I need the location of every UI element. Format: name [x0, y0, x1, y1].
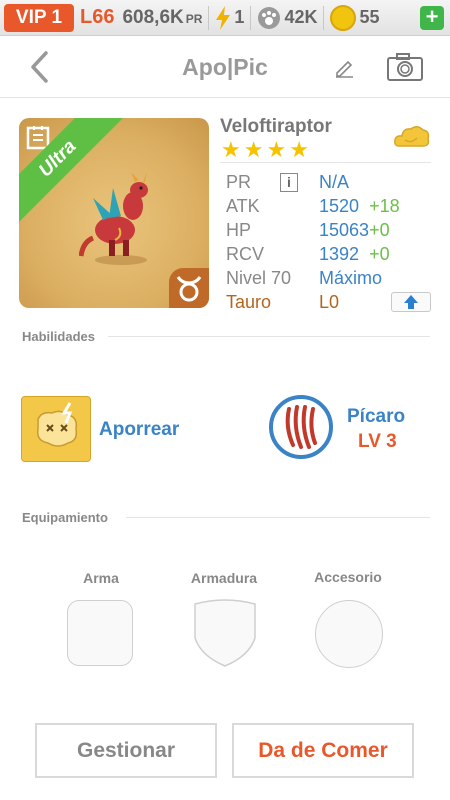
energy-counter[interactable]: 1: [215, 5, 245, 30]
skill-name[interactable]: Aporrear: [99, 419, 179, 441]
slot-label-accessory: Accesorio: [314, 569, 382, 585]
lightning-icon: [216, 5, 231, 30]
manage-button[interactable]: Gestionar: [35, 723, 217, 778]
stat-label: PR: [226, 172, 252, 192]
stat-bonus: +18: [369, 196, 400, 216]
dragon-illustration: [79, 172, 148, 265]
power-unit: PR: [185, 11, 203, 26]
stat-label: Nivel 70: [226, 268, 292, 288]
stat-value: 15063+0: [319, 220, 390, 240]
coin-value: 55: [359, 7, 380, 27]
divider: [208, 5, 210, 30]
coin-icon: [330, 4, 357, 31]
stat-value: N/A: [319, 172, 350, 192]
divider: [126, 517, 430, 518]
pet-name: Veloftiraptor: [220, 116, 332, 137]
power-value: 608,6K: [122, 6, 184, 28]
star-icon: ★: [289, 137, 309, 162]
paw-icon: [258, 6, 281, 29]
star-icon: ★: [243, 137, 264, 162]
slot-label-weapon: Arma: [83, 570, 119, 586]
stat-label: Tauro: [226, 292, 272, 312]
stat-bonus: +0: [369, 220, 390, 240]
paw-counter[interactable]: 42K: [257, 6, 317, 30]
pet-portrait[interactable]: Ultra: [19, 118, 209, 308]
section-title-equipment: Equipamiento: [22, 510, 108, 525]
upgrade-button[interactable]: [391, 292, 431, 312]
stat-row-level: Nivel 70 Máximo: [226, 268, 436, 292]
header: Apo|Pic: [0, 36, 450, 98]
divider: [250, 5, 252, 30]
star-icon: ★: [266, 137, 287, 162]
vip-badge[interactable]: VIP 1: [4, 3, 74, 32]
player-level: L66: [80, 6, 115, 28]
coin-counter[interactable]: 55: [330, 4, 380, 31]
paw-value: 42K: [284, 7, 318, 27]
arrow-up-icon: [404, 295, 418, 309]
stat-value: 1392 +0: [319, 244, 390, 264]
armor-slot[interactable]: [191, 598, 259, 668]
stat-row-hp: HP 15063+0: [226, 220, 436, 244]
skill-icon-rogue[interactable]: [269, 395, 333, 459]
stat-value: Máximo: [319, 268, 383, 288]
stat-row-atk: ATK 1520 +18: [226, 196, 436, 220]
skill-name[interactable]: Pícaro: [347, 406, 405, 428]
camera-icon[interactable]: [386, 52, 424, 82]
stat-row-zodiac: Tauro L0: [226, 292, 436, 316]
stat-label: HP: [226, 220, 252, 240]
status-bar: VIP 1 L66 608,6K PR 1 42K 55 +: [0, 0, 450, 36]
star-icon: ★: [221, 137, 241, 162]
accessory-slot[interactable]: [315, 600, 383, 668]
power-rating: 608,6K PR: [122, 7, 202, 29]
weapon-slot[interactable]: [67, 600, 133, 666]
stat-bonus: +0: [369, 244, 390, 264]
dizzy-face-icon: [36, 402, 78, 447]
divider: [108, 336, 430, 337]
stat-row-pr: PR i N/A: [226, 172, 436, 196]
claw-marks-icon: [285, 405, 317, 449]
slot-label-armor: Armadura: [190, 570, 258, 586]
taurus-badge: [169, 268, 209, 308]
info-icon[interactable]: i: [280, 173, 298, 192]
stat-value: L0: [319, 292, 340, 312]
star-rating: ★ ★ ★ ★: [221, 139, 309, 161]
skill-icon-smash[interactable]: [21, 396, 91, 462]
section-title-skills: Habilidades: [22, 329, 95, 344]
stat-label: ATK: [226, 196, 260, 216]
divider: [220, 162, 431, 163]
pencil-icon[interactable]: [333, 56, 355, 78]
taurus-icon: [176, 276, 202, 302]
stat-label: RCV: [226, 244, 265, 264]
stat-row-rcv: RCV 1392 +0: [226, 244, 436, 268]
stat-value: 1520 +18: [319, 196, 400, 216]
feed-button[interactable]: Da de Comer: [232, 723, 414, 778]
skill-level: LV 3: [358, 431, 397, 452]
energy-value: 1: [234, 7, 245, 27]
page-title[interactable]: Apo|Pic: [0, 54, 450, 81]
divider: [323, 5, 325, 30]
cloud-icon[interactable]: [393, 122, 431, 152]
add-currency-button[interactable]: +: [420, 6, 444, 30]
